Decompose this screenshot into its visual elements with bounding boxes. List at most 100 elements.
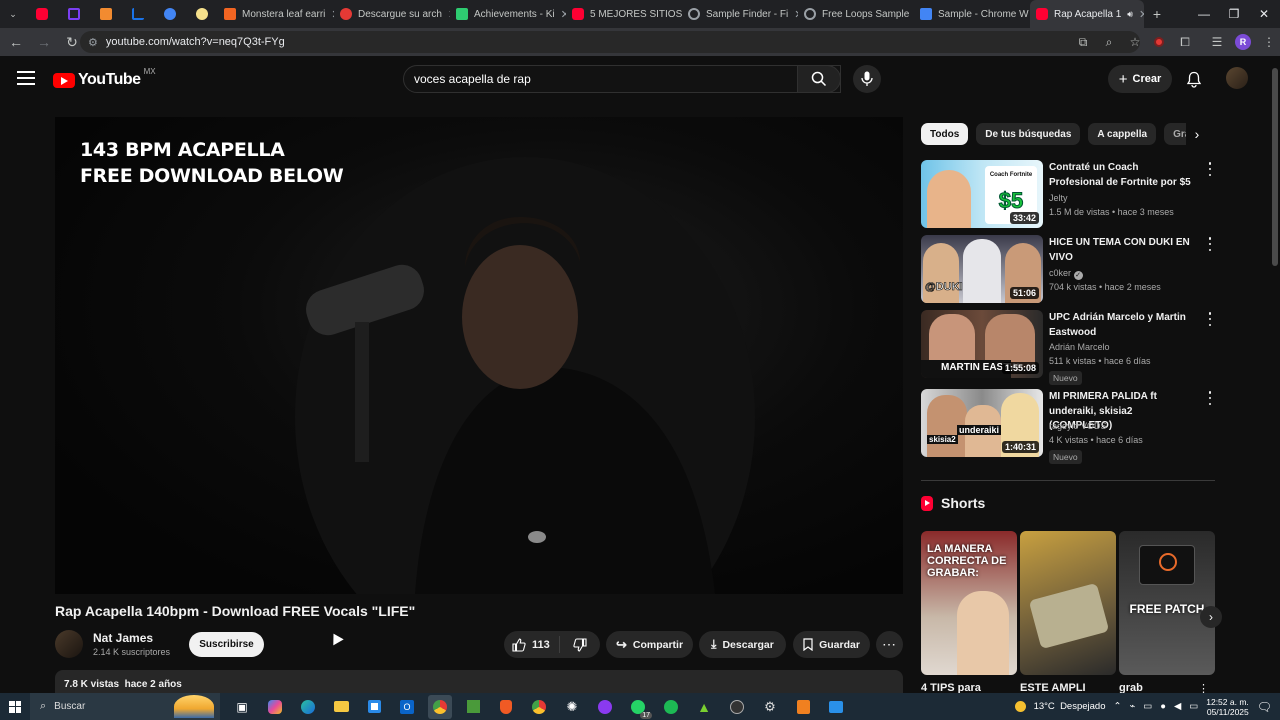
more-options-icon[interactable] xyxy=(1205,312,1215,326)
install-app-icon[interactable]: ⧉ xyxy=(1072,31,1094,53)
forward-icon[interactable]: → xyxy=(32,30,56,54)
dislike-button[interactable] xyxy=(560,637,600,652)
chip-a-cappella[interactable]: A cappella xyxy=(1088,123,1157,145)
android-studio-icon[interactable]: ▲ xyxy=(692,695,716,719)
tab-chrome-web[interactable]: Sample - Chrome W✕ xyxy=(914,0,1030,28)
network-icon[interactable]: ▭ xyxy=(1143,701,1152,712)
channel-name[interactable]: Nat James xyxy=(93,631,153,645)
minecraft-icon[interactable] xyxy=(461,695,485,719)
pinned-tab-2[interactable] xyxy=(58,0,90,28)
volume-icon[interactable]: ◀︎ xyxy=(1174,701,1181,712)
related-video[interactable]: underaiki skisia2 1:40:31 MI PRIMERA PAL… xyxy=(921,389,1221,464)
copilot-icon[interactable] xyxy=(263,695,287,719)
tab-5-mejores[interactable]: 5 MEJORES SITIOS✕ xyxy=(566,0,682,28)
address-bar[interactable]: ⚙︎ youtube.com/watch?v=neq7Q3t-FYg xyxy=(80,31,1140,53)
chatgpt-icon[interactable]: ✺ xyxy=(560,695,584,719)
task-view-icon[interactable]: ▣ xyxy=(230,695,254,719)
whatsapp-icon[interactable]: 17 xyxy=(626,695,652,719)
chip-todos[interactable]: Todos xyxy=(921,123,969,145)
related-channel[interactable]: rageylo VODS xyxy=(1049,420,1107,433)
tab-search-icon[interactable]: ☰ xyxy=(1206,31,1228,53)
record-extension-icon[interactable] xyxy=(1148,31,1170,53)
tab-monstera[interactable]: Monstera leaf earri✕ xyxy=(218,0,334,28)
more-options-icon[interactable] xyxy=(1205,391,1215,405)
battery-icon[interactable]: ▭ xyxy=(1189,701,1198,712)
purple-app-icon[interactable] xyxy=(593,695,617,719)
video-player[interactable]: 143 BPM ACAPELLA FREE DOWNLOAD BELOW xyxy=(55,117,903,594)
notifications-bell-icon[interactable] xyxy=(1184,69,1204,89)
related-video[interactable]: @DUKI 51:06 HICE UN TEMA CON DUKI EN VIV… xyxy=(921,235,1221,303)
brave-icon[interactable] xyxy=(494,695,518,719)
pinned-tab-youtube[interactable] xyxy=(26,0,58,28)
back-icon[interactable]: ← xyxy=(4,30,28,54)
bookmark-star-icon[interactable]: ☆ xyxy=(1124,31,1146,53)
taskbar-search[interactable]: ⌕ Buscar xyxy=(30,693,220,720)
start-button[interactable] xyxy=(0,693,30,720)
chevron-right-icon[interactable]: › xyxy=(1186,123,1208,145)
tab-descargue[interactable]: Descargue su arch✕ xyxy=(334,0,450,28)
pinned-tab-4[interactable] xyxy=(122,0,154,28)
short-thumbnail[interactable]: FREE PATCH xyxy=(1119,531,1215,675)
close-icon[interactable]: ✕ xyxy=(788,8,798,21)
video-thumbnail[interactable]: underaiki skisia2 1:40:31 xyxy=(921,389,1043,457)
related-title[interactable]: HICE UN TEMA CON DUKI EN VIVO xyxy=(1049,236,1194,265)
related-title[interactable]: Contraté un Coach Profesional de Fortnit… xyxy=(1049,161,1194,190)
chrome-menu-icon[interactable]: ⋮ xyxy=(1258,31,1280,53)
account-avatar[interactable] xyxy=(1226,67,1248,89)
new-tab-button[interactable]: + xyxy=(1144,0,1170,28)
create-button[interactable]: + Crear xyxy=(1108,65,1172,93)
weather-text[interactable]: 13°C Despejado xyxy=(1034,701,1106,712)
related-title[interactable]: UPC Adrián Marcelo y Martin Eastwood xyxy=(1049,311,1194,340)
short-thumbnail[interactable] xyxy=(1020,531,1116,675)
mic-tray-icon[interactable]: ● xyxy=(1160,701,1166,712)
related-video[interactable]: Coach Fortnite $5 33:42 Contraté un Coac… xyxy=(921,160,1221,228)
related-video[interactable]: MARTIN EASTW 1:55:08 UPC Adrián Marcelo … xyxy=(921,310,1221,385)
store-icon[interactable] xyxy=(362,695,386,719)
pinned-tab-3[interactable] xyxy=(90,0,122,28)
more-actions-icon[interactable]: ⋯ xyxy=(876,631,903,658)
settings-icon[interactable]: ⚙ xyxy=(758,695,782,719)
fl-studio-icon[interactable] xyxy=(791,695,815,719)
shorts-next-icon[interactable]: › xyxy=(1200,606,1222,628)
more-options-icon[interactable] xyxy=(1205,162,1215,176)
voice-search-button[interactable] xyxy=(853,65,881,93)
related-channel[interactable]: c0ker ✓ xyxy=(1049,267,1083,280)
restore-icon[interactable]: ❐ xyxy=(1218,0,1250,28)
edge-icon[interactable] xyxy=(296,695,320,719)
pinned-tab-5[interactable] xyxy=(154,0,186,28)
tab-search-menu[interactable]: ⌄ xyxy=(0,0,26,28)
usb-icon[interactable]: ⌁ xyxy=(1129,701,1135,712)
menu-hamburger-icon[interactable] xyxy=(17,71,35,85)
minimize-icon[interactable]: — xyxy=(1188,0,1220,28)
page-scrollbar[interactable] xyxy=(1270,56,1280,693)
site-info-icon[interactable]: ⚙︎ xyxy=(88,36,98,49)
outlook-icon[interactable]: O xyxy=(395,695,419,719)
file-explorer-icon[interactable] xyxy=(329,695,353,719)
short-thumbnail[interactable]: LA MANERA CORRECTA DE GRABAR: xyxy=(921,531,1017,675)
tab-sample-finder[interactable]: Sample Finder - Fi✕ xyxy=(682,0,798,28)
tab-achievements[interactable]: Achievements - Ki ✕ xyxy=(450,0,566,28)
subscribe-button[interactable]: Suscribirse xyxy=(189,632,264,657)
close-icon[interactable]: ✕ xyxy=(442,8,450,21)
media-player-icon[interactable] xyxy=(725,695,749,719)
chip-de-tus-busquedas[interactable]: De tus búsquedas xyxy=(976,123,1081,145)
youtube-logo[interactable]: YouTube MX xyxy=(53,67,156,89)
more-options-icon[interactable] xyxy=(1205,237,1215,251)
profile-avatar[interactable]: R xyxy=(1232,31,1254,53)
pinned-tab-6[interactable] xyxy=(186,0,218,28)
zoom-icon[interactable]: ⌕ xyxy=(1098,31,1120,53)
close-icon[interactable]: ✕ xyxy=(1133,8,1144,21)
close-icon[interactable]: ✕ xyxy=(325,8,334,21)
search-input[interactable]: voces acapella de rap ✕ xyxy=(403,65,841,93)
video-thumbnail[interactable]: Coach Fortnite $5 33:42 xyxy=(921,160,1043,228)
close-window-icon[interactable]: ✕ xyxy=(1248,0,1280,28)
scrollbar-thumb[interactable] xyxy=(1272,68,1278,266)
chrome-icon[interactable] xyxy=(428,694,452,719)
related-channel[interactable]: Adrián Marcelo xyxy=(1049,341,1110,354)
save-button[interactable]: Guardar xyxy=(793,631,870,658)
taskbar-clock[interactable]: 12:52 a. m. 05/11/2025 xyxy=(1206,697,1249,717)
tab-rap-acapella-active[interactable]: Rap Acapella 1 🔊︎ ✕ xyxy=(1030,0,1144,28)
notifications-icon[interactable]: 🗨︎ xyxy=(1257,700,1272,714)
video-thumbnail[interactable]: @DUKI 51:06 xyxy=(921,235,1043,303)
like-button[interactable]: 113 xyxy=(504,636,560,653)
